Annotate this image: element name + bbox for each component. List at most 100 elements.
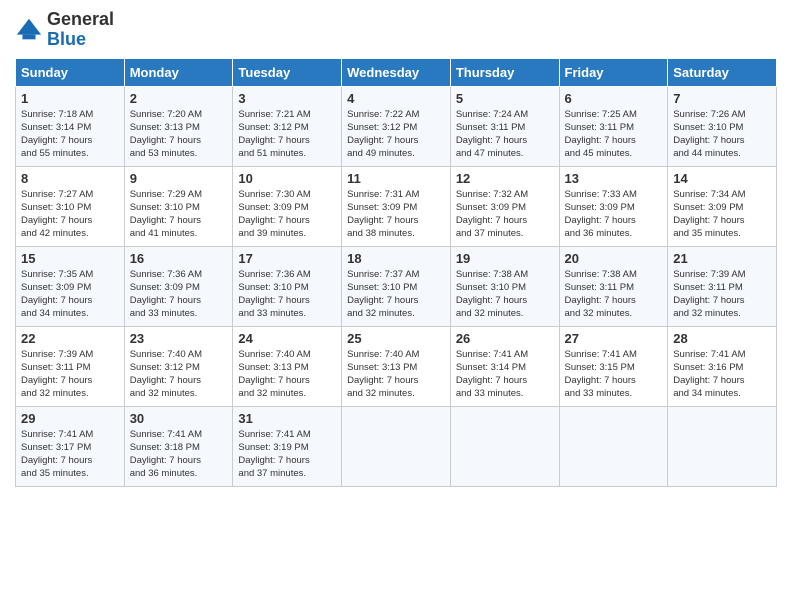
day-number: 3 [238,91,336,106]
day-number: 13 [565,171,663,186]
day-number: 12 [456,171,554,186]
weekday-header-friday: Friday [559,58,668,86]
calendar-cell: 20 Sunrise: 7:38 AM Sunset: 3:11 PM Dayli… [559,246,668,326]
calendar-cell: 6 Sunrise: 7:25 AM Sunset: 3:11 PM Daylig… [559,86,668,166]
day-number: 25 [347,331,445,346]
calendar-cell: 3 Sunrise: 7:21 AM Sunset: 3:12 PM Daylig… [233,86,342,166]
day-info: Sunrise: 7:39 AM Sunset: 3:11 PM Dayligh… [673,268,771,321]
day-number: 31 [238,411,336,426]
day-info: Sunrise: 7:33 AM Sunset: 3:09 PM Dayligh… [565,188,663,241]
day-info: Sunrise: 7:21 AM Sunset: 3:12 PM Dayligh… [238,108,336,161]
calendar-cell: 9 Sunrise: 7:29 AM Sunset: 3:10 PM Daylig… [124,166,233,246]
week-row-3: 15 Sunrise: 7:35 AM Sunset: 3:09 PM Dayli… [16,246,777,326]
calendar-cell: 22Sunrise: 7:39 AM Sunset: 3:11 PM Dayli… [16,326,125,406]
day-number: 8 [21,171,119,186]
day-number: 27 [565,331,663,346]
calendar-cell: 27 Sunrise: 7:41 AM Sunset: 3:15 PM Dayli… [559,326,668,406]
day-info: Sunrise: 7:27 AM Sunset: 3:10 PM Dayligh… [21,188,119,241]
calendar-cell: 31 Sunrise: 7:41 AM Sunset: 3:19 PM Dayli… [233,406,342,486]
weekday-header-sunday: Sunday [16,58,125,86]
day-number: 16 [130,251,228,266]
day-number: 15 [21,251,119,266]
day-info: Sunrise: 7:41 AM Sunset: 3:14 PM Dayligh… [456,348,554,401]
calendar-cell: 13 Sunrise: 7:33 AM Sunset: 3:09 PM Dayli… [559,166,668,246]
calendar-cell: 21Sunrise: 7:39 AM Sunset: 3:11 PM Dayli… [668,246,777,326]
day-info: Sunrise: 7:22 AM Sunset: 3:12 PM Dayligh… [347,108,445,161]
calendar-cell: 30 Sunrise: 7:41 AM Sunset: 3:18 PM Dayli… [124,406,233,486]
logo-icon [15,16,43,44]
day-info: Sunrise: 7:36 AM Sunset: 3:09 PM Dayligh… [130,268,228,321]
calendar-cell: 19 Sunrise: 7:38 AM Sunset: 3:10 PM Dayli… [450,246,559,326]
day-number: 10 [238,171,336,186]
calendar-cell [668,406,777,486]
week-row-2: 8 Sunrise: 7:27 AM Sunset: 3:10 PM Daylig… [16,166,777,246]
day-number: 4 [347,91,445,106]
day-number: 9 [130,171,228,186]
day-number: 2 [130,91,228,106]
calendar-cell: 28 Sunrise: 7:41 AM Sunset: 3:16 PM Dayli… [668,326,777,406]
day-info: Sunrise: 7:38 AM Sunset: 3:10 PM Dayligh… [456,268,554,321]
logo: General Blue [15,10,114,50]
day-info: Sunrise: 7:41 AM Sunset: 3:19 PM Dayligh… [238,428,336,481]
calendar-cell: 24Sunrise: 7:40 AM Sunset: 3:13 PM Dayli… [233,326,342,406]
weekday-header-thursday: Thursday [450,58,559,86]
day-number: 20 [565,251,663,266]
day-info: Sunrise: 7:40 AM Sunset: 3:13 PM Dayligh… [347,348,445,401]
logo-text: General Blue [47,10,114,50]
day-number: 29 [21,411,119,426]
calendar-table: SundayMondayTuesdayWednesdayThursdayFrid… [15,58,777,487]
day-info: Sunrise: 7:41 AM Sunset: 3:15 PM Dayligh… [565,348,663,401]
calendar-cell: 10 Sunrise: 7:30 AM Sunset: 3:09 PM Dayli… [233,166,342,246]
calendar-cell [559,406,668,486]
calendar-cell: 2 Sunrise: 7:20 AM Sunset: 3:13 PM Daylig… [124,86,233,166]
day-number: 7 [673,91,771,106]
day-number: 30 [130,411,228,426]
day-number: 17 [238,251,336,266]
day-info: Sunrise: 7:41 AM Sunset: 3:16 PM Dayligh… [673,348,771,401]
day-number: 28 [673,331,771,346]
page-container: General Blue SundayMondayTuesdayWednesda… [0,0,792,497]
calendar-cell: 7Sunrise: 7:26 AM Sunset: 3:10 PM Daylig… [668,86,777,166]
day-info: Sunrise: 7:37 AM Sunset: 3:10 PM Dayligh… [347,268,445,321]
day-number: 11 [347,171,445,186]
day-info: Sunrise: 7:40 AM Sunset: 3:13 PM Dayligh… [238,348,336,401]
header: General Blue [15,10,777,50]
day-info: Sunrise: 7:35 AM Sunset: 3:09 PM Dayligh… [21,268,119,321]
calendar-cell: 18 Sunrise: 7:37 AM Sunset: 3:10 PM Dayli… [342,246,451,326]
day-info: Sunrise: 7:24 AM Sunset: 3:11 PM Dayligh… [456,108,554,161]
day-number: 26 [456,331,554,346]
week-row-5: 29Sunrise: 7:41 AM Sunset: 3:17 PM Dayli… [16,406,777,486]
calendar-cell: 8 Sunrise: 7:27 AM Sunset: 3:10 PM Daylig… [16,166,125,246]
week-row-1: 1Sunrise: 7:18 AM Sunset: 3:14 PM Daylig… [16,86,777,166]
calendar-cell: 5 Sunrise: 7:24 AM Sunset: 3:11 PM Daylig… [450,86,559,166]
day-number: 1 [21,91,119,106]
day-info: Sunrise: 7:31 AM Sunset: 3:09 PM Dayligh… [347,188,445,241]
day-info: Sunrise: 7:20 AM Sunset: 3:13 PM Dayligh… [130,108,228,161]
weekday-header-row: SundayMondayTuesdayWednesdayThursdayFrid… [16,58,777,86]
day-number: 5 [456,91,554,106]
calendar-cell: 23Sunrise: 7:40 AM Sunset: 3:12 PM Dayli… [124,326,233,406]
calendar-cell [342,406,451,486]
calendar-cell: 15 Sunrise: 7:35 AM Sunset: 3:09 PM Dayli… [16,246,125,326]
day-number: 6 [565,91,663,106]
week-row-4: 22Sunrise: 7:39 AM Sunset: 3:11 PM Dayli… [16,326,777,406]
day-info: Sunrise: 7:34 AM Sunset: 3:09 PM Dayligh… [673,188,771,241]
day-info: Sunrise: 7:25 AM Sunset: 3:11 PM Dayligh… [565,108,663,161]
calendar-cell: 29Sunrise: 7:41 AM Sunset: 3:17 PM Dayli… [16,406,125,486]
day-number: 14 [673,171,771,186]
day-number: 19 [456,251,554,266]
day-info: Sunrise: 7:38 AM Sunset: 3:11 PM Dayligh… [565,268,663,321]
calendar-cell: 1Sunrise: 7:18 AM Sunset: 3:14 PM Daylig… [16,86,125,166]
day-info: Sunrise: 7:40 AM Sunset: 3:12 PM Dayligh… [130,348,228,401]
day-info: Sunrise: 7:39 AM Sunset: 3:11 PM Dayligh… [21,348,119,401]
weekday-header-tuesday: Tuesday [233,58,342,86]
day-number: 18 [347,251,445,266]
calendar-cell [450,406,559,486]
day-info: Sunrise: 7:30 AM Sunset: 3:09 PM Dayligh… [238,188,336,241]
day-info: Sunrise: 7:32 AM Sunset: 3:09 PM Dayligh… [456,188,554,241]
day-info: Sunrise: 7:41 AM Sunset: 3:18 PM Dayligh… [130,428,228,481]
day-info: Sunrise: 7:36 AM Sunset: 3:10 PM Dayligh… [238,268,336,321]
calendar-cell: 4 Sunrise: 7:22 AM Sunset: 3:12 PM Daylig… [342,86,451,166]
day-info: Sunrise: 7:29 AM Sunset: 3:10 PM Dayligh… [130,188,228,241]
calendar-cell: 11 Sunrise: 7:31 AM Sunset: 3:09 PM Dayli… [342,166,451,246]
